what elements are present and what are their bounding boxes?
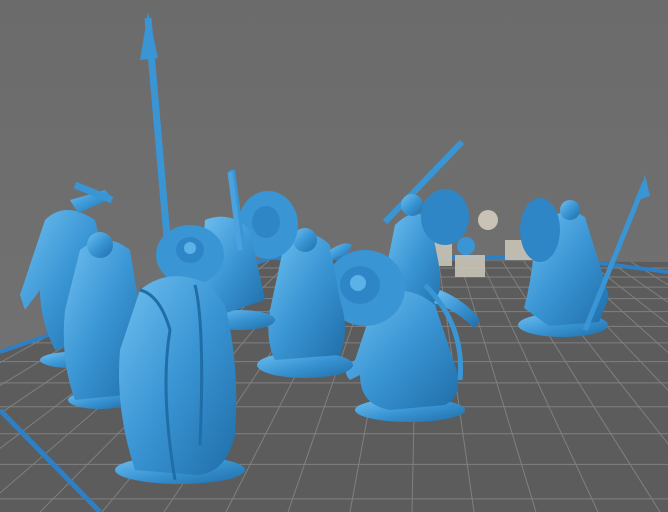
- scene-canvas: [0, 12, 668, 512]
- 3d-viewport[interactable]: [0, 0, 668, 512]
